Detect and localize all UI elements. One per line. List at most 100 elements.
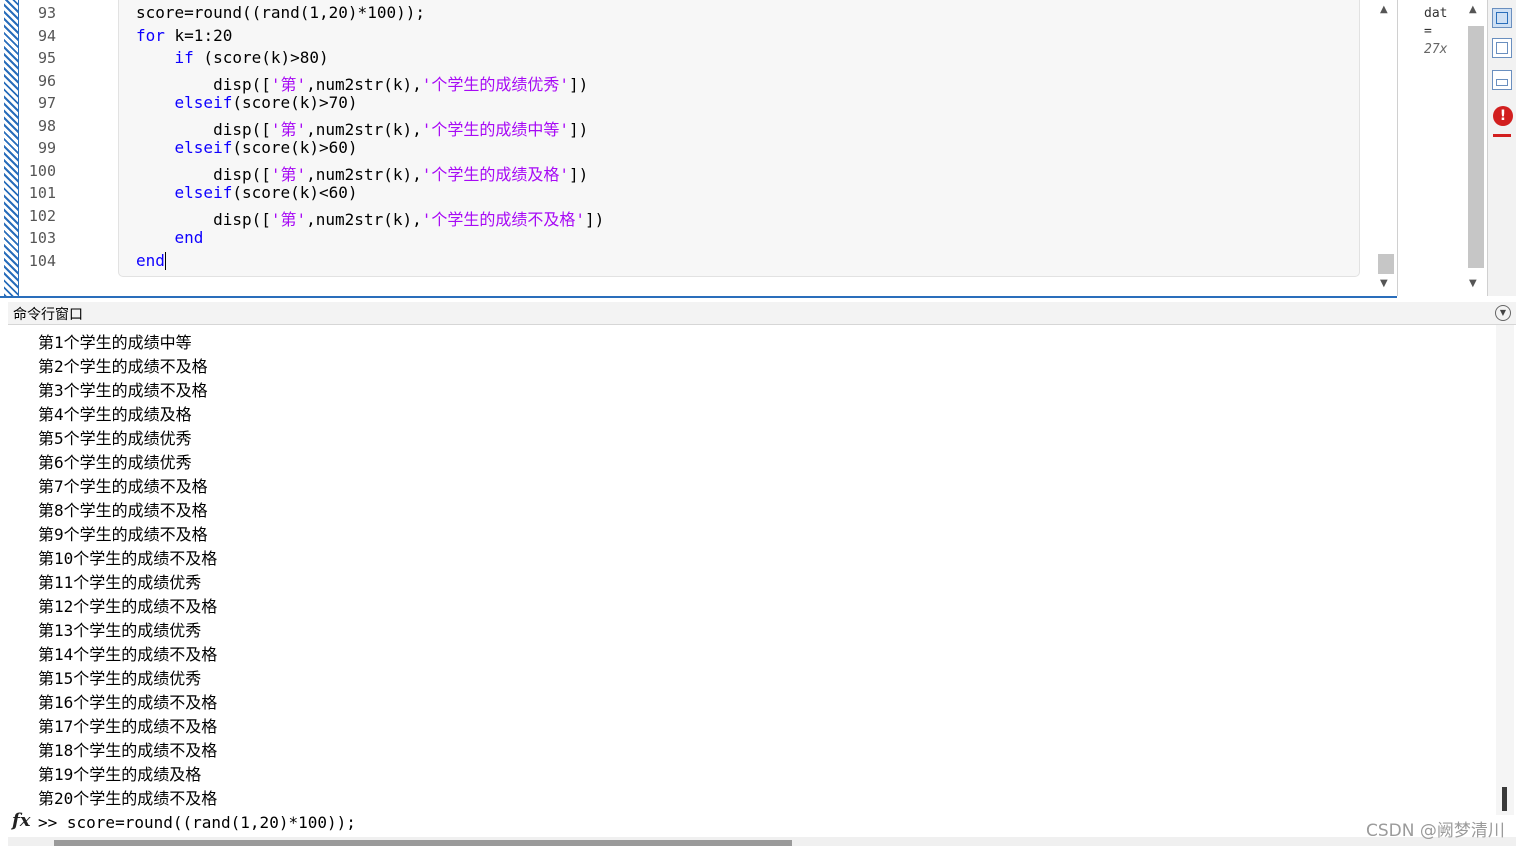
workspace-scroll-thumb[interactable] [1468,26,1484,268]
code-token: ,num2str(k), [306,164,422,184]
right-toolbar: ! [1487,0,1516,296]
code-line[interactable]: for k=1:20 [136,26,232,45]
keyword-token: if [174,48,194,67]
command-input[interactable]: >> score=round((rand(1,20)*100)); [38,813,356,832]
output-line: 第7个学生的成绩不及格 [38,477,208,496]
code-token: ,num2str(k), [306,209,422,229]
code-token: score=round((rand(1,20)*100)); [136,3,425,22]
output-line: 第11个学生的成绩优秀 [38,573,202,592]
code-token: (score(k)>70) [232,93,358,112]
error-icon[interactable]: ! [1493,106,1513,126]
workspace-vertical-scrollbar[interactable]: ▲ ▼ [1465,0,1487,296]
string-token: '个学生的成绩优秀' [421,74,570,94]
output-line: 第19个学生的成绩及格 [38,765,202,784]
command-prompt-row[interactable]: fx >> score=round((rand(1,20)*100)); [8,810,1498,834]
code-line[interactable]: elseif(score(k)>60) [136,138,358,157]
command-horizontal-scrollbar[interactable] [8,837,1516,846]
output-line: 第3个学生的成绩不及格 [38,381,208,400]
output-line: 第16个学生的成绩不及格 [38,693,218,712]
layout-icon[interactable] [1492,8,1512,28]
keyword-token: end [136,250,165,270]
command-window-header: 命令行窗口 ▼ [8,302,1516,325]
output-line: 第12个学生的成绩不及格 [38,597,218,616]
string-token: '第' [270,74,307,94]
output-line: 第20个学生的成绩不及格 [38,789,218,808]
string-token: '第' [270,119,307,139]
code-line[interactable]: disp(['第',num2str(k),'个学生的成绩及格']) [136,161,588,185]
output-line: 第4个学生的成绩及格 [38,405,192,424]
code-line[interactable]: end [136,228,204,247]
code-token: disp([ [136,74,271,94]
keyword-token: end [174,228,204,247]
code-line[interactable]: elseif(score(k)>70) [136,93,358,112]
code-line[interactable]: disp(['第',num2str(k),'个学生的成绩中等']) [136,116,588,140]
command-window-title: 命令行窗口 [13,307,83,323]
string-token: '第' [270,164,307,184]
string-token: '个学生的成绩不及格' [421,209,586,229]
scroll-down-arrow-icon[interactable]: ▼ [1380,278,1388,289]
keyword-token: elseif [174,138,233,157]
watermark: CSDN @阙梦清川 [1366,821,1505,841]
output-line: 第2个学生的成绩不及格 [38,357,208,376]
code-token: disp([ [136,119,271,139]
document-icon[interactable] [1492,38,1512,58]
output-line: 第8个学生的成绩不及格 [38,501,208,520]
command-output: 第1个学生的成绩中等 第2个学生的成绩不及格 第3个学生的成绩不及格 第4个学生的成绩… [8,325,1498,810]
keyword-token: elseif [174,183,233,202]
string-token: '个学生的成绩及格' [421,164,570,184]
fx-icon[interactable]: fx [12,810,30,831]
command-scroll-thumb[interactable] [1502,787,1507,811]
workspace-var-size: 27x [1424,42,1448,57]
text-cursor [164,252,166,270]
code-token: ]) [569,119,589,139]
command-window[interactable]: 第1个学生的成绩中等 第2个学生的成绩不及格 第3个学生的成绩不及格 第4个学生的成绩… [8,325,1516,846]
code-token: ,num2str(k), [306,119,422,139]
code-token: disp([ [136,164,271,184]
output-line: 第14个学生的成绩不及格 [38,645,218,664]
editor-vertical-scrollbar[interactable]: ▲ ▼ [1376,0,1396,296]
panel-icon[interactable] [1492,70,1512,90]
code-area[interactable]: score=round((rand(1,20)*100)); for k=1:20… [0,0,1240,296]
output-line: 第17个学生的成绩不及格 [38,717,218,736]
code-editor[interactable]: 93 94 95 96 97 98 99 100 101 102 103 104 score=roun… [0,0,1397,298]
code-token: ]) [585,209,605,229]
output-line: 第15个学生的成绩优秀 [38,669,202,688]
scroll-down-arrow-icon[interactable]: ▼ [1469,278,1477,289]
workspace-var-name: dat [1424,6,1448,21]
code-line[interactable]: disp(['第',num2str(k),'个学生的成绩不及格']) [136,206,604,230]
command-hscroll-thumb[interactable] [54,840,792,846]
code-token: (score(k)<60) [232,183,358,202]
scroll-up-arrow-icon[interactable]: ▲ [1469,4,1477,15]
string-token: '个学生的成绩中等' [421,119,570,139]
code-token: (score(k)>60) [232,138,358,157]
code-token: ]) [569,164,589,184]
command-vertical-scrollbar[interactable] [1496,325,1514,815]
code-token: ,num2str(k), [306,74,422,94]
editor-scroll-thumb[interactable] [1378,254,1394,274]
output-line: 第13个学生的成绩优秀 [38,621,202,640]
code-line[interactable]: elseif(score(k)<60) [136,183,358,202]
keyword-token: for [136,25,165,45]
error-marker [1493,134,1511,137]
code-line[interactable]: if (score(k)>80) [136,48,329,67]
scroll-up-arrow-icon[interactable]: ▲ [1380,4,1388,15]
workspace-equals: = [1424,24,1432,39]
code-line[interactable]: end [136,250,166,270]
keyword-token: elseif [174,93,233,112]
chevron-down-icon[interactable]: ▼ [1495,305,1511,321]
output-line: 第9个学生的成绩不及格 [38,525,208,544]
output-line: 第1个学生的成绩中等 [38,333,192,352]
code-token: ]) [569,74,589,94]
output-line: 第5个学生的成绩优秀 [38,429,192,448]
string-token: '第' [270,209,307,229]
code-line[interactable]: score=round((rand(1,20)*100)); [136,3,425,22]
code-token: (score(k)>80) [193,48,329,67]
code-token: disp([ [136,209,271,229]
code-token: k=1:20 [164,25,233,45]
code-line[interactable]: disp(['第',num2str(k),'个学生的成绩优秀']) [136,71,588,95]
